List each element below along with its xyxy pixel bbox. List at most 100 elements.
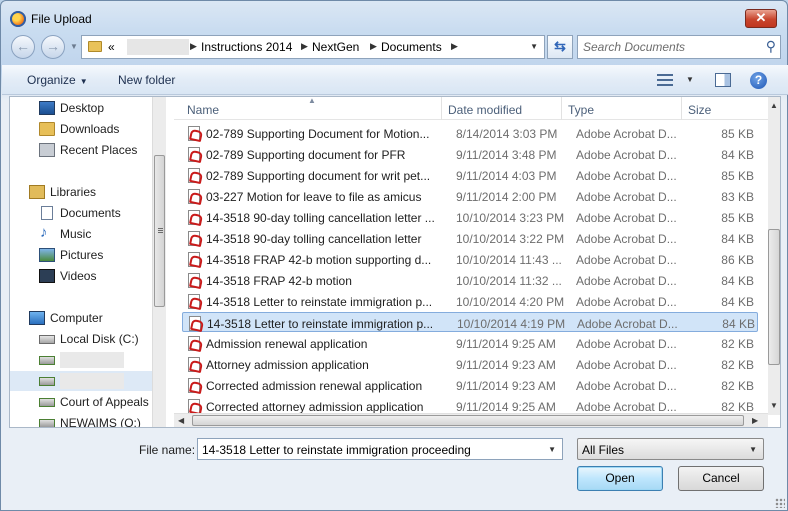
- file-name-combobox[interactable]: ▼: [197, 438, 563, 460]
- breadcrumb[interactable]: « ▶ Instructions 2014 ▶ NextGen ▶ Docume…: [81, 35, 545, 59]
- nav-scroll-thumb[interactable]: [154, 155, 165, 307]
- nav-item-local-disk[interactable]: Local Disk (C:): [10, 329, 152, 349]
- file-list-horizontal-scrollbar[interactable]: ◀ ▶: [174, 413, 768, 427]
- new-folder-button[interactable]: New folder: [118, 73, 175, 87]
- help-icon[interactable]: ?: [750, 72, 767, 89]
- breadcrumb-item[interactable]: Instructions 2014: [201, 40, 292, 54]
- recent-pages-dropdown-icon[interactable]: ▼: [70, 42, 78, 51]
- file-row[interactable]: Admission renewal application 9/11/2014 9…: [182, 333, 758, 353]
- file-name-input[interactable]: [202, 442, 542, 458]
- nav-item-label: Pictures: [60, 248, 104, 262]
- nav-item-pictures[interactable]: Pictures: [10, 245, 152, 265]
- file-name-label: File name:: [139, 443, 196, 457]
- nav-item-videos[interactable]: Videos: [10, 266, 152, 286]
- file-row[interactable]: 14-3518 FRAP 42-b motion supporting d...…: [182, 249, 758, 269]
- nav-item-newaims[interactable]: NEWAIMS (Q:): [10, 413, 152, 427]
- scroll-right-arrow-icon[interactable]: ▶: [752, 416, 758, 425]
- file-date-cell: 10/10/2014 3:23 PM: [456, 211, 565, 225]
- nav-pane-scrollbar[interactable]: [152, 97, 166, 427]
- file-row[interactable]: 14-3518 90-day tolling cancellation lett…: [182, 228, 758, 248]
- file-type-cell: Adobe Acrobat D...: [576, 379, 677, 393]
- file-size-cell: 82 KB: [721, 379, 754, 393]
- file-size-cell: 84 KB: [722, 317, 755, 331]
- file-row[interactable]: 14-3518 FRAP 42-b motion 10/10/2014 11:32…: [182, 270, 758, 290]
- file-row[interactable]: 02-789 Supporting document for writ pet.…: [182, 165, 758, 185]
- chevron-right-icon[interactable]: ▶: [370, 41, 377, 52]
- pdf-file-icon: [188, 147, 200, 162]
- refresh-icon: ⇆: [554, 38, 566, 54]
- file-type-filter-select[interactable]: All Files ▼: [577, 438, 764, 460]
- file-row[interactable]: 02-789 Supporting Document for Motion...…: [182, 123, 758, 143]
- chevron-down-icon[interactable]: ▼: [686, 75, 694, 84]
- column-divider[interactable]: [561, 97, 562, 120]
- resize-grip-icon[interactable]: [775, 498, 785, 508]
- nav-item-label: Local Disk (C:): [60, 332, 139, 346]
- horizontal-scroll-thumb[interactable]: [192, 415, 744, 426]
- back-arrow-icon: ←: [16, 38, 30, 54]
- search-icon[interactable]: ⚲: [766, 38, 776, 55]
- nav-item-computer[interactable]: Computer: [10, 308, 152, 328]
- nav-item-network-drive-redacted[interactable]: [10, 350, 152, 370]
- nav-item-music[interactable]: ♪ Music: [10, 224, 152, 244]
- title-bar[interactable]: File Upload ✕: [1, 1, 787, 33]
- nav-item-label: Desktop: [60, 101, 105, 115]
- file-list-vertical-scrollbar[interactable]: ▲ ▼: [768, 97, 780, 415]
- scroll-left-arrow-icon[interactable]: ◀: [178, 416, 184, 425]
- firefox-icon: [10, 11, 26, 27]
- forward-button[interactable]: →: [41, 35, 65, 59]
- chevron-right-icon[interactable]: ▶: [451, 41, 458, 52]
- nav-item-recent-places[interactable]: Recent Places: [10, 140, 152, 160]
- nav-item-desktop[interactable]: Desktop: [10, 98, 152, 118]
- close-button[interactable]: ✕: [745, 9, 777, 28]
- file-row[interactable]: 14-3518 Letter to reinstate immigration …: [182, 312, 758, 332]
- open-button[interactable]: Open: [577, 466, 663, 491]
- chevron-right-icon[interactable]: ▶: [301, 41, 308, 52]
- chevron-down-icon[interactable]: ▼: [548, 445, 556, 454]
- file-row[interactable]: 14-3518 90-day tolling cancellation lett…: [182, 207, 758, 227]
- nav-item-label: Documents: [60, 206, 121, 220]
- file-name-cell: Admission renewal application: [206, 337, 368, 351]
- column-header-name[interactable]: Name: [187, 103, 219, 117]
- file-row[interactable]: 03-227 Motion for leave to file as amicu…: [182, 186, 758, 206]
- file-row[interactable]: Attorney admission application 9/11/2014 …: [182, 354, 758, 374]
- vertical-scroll-thumb[interactable]: [768, 229, 780, 365]
- nav-item-libraries[interactable]: Libraries: [10, 182, 152, 202]
- content-area: Desktop Downloads Recent Places Librarie…: [9, 96, 781, 428]
- nav-item-documents[interactable]: Documents: [10, 203, 152, 223]
- nav-item-court-of-appeals[interactable]: Court of Appeals: [10, 392, 152, 412]
- nav-item-label: Recent Places: [60, 143, 138, 157]
- nav-item-downloads[interactable]: Downloads: [10, 119, 152, 139]
- scroll-up-arrow-icon[interactable]: ▲: [770, 101, 778, 110]
- pdf-file-icon: [188, 378, 200, 393]
- address-dropdown-icon[interactable]: ▼: [530, 42, 538, 51]
- file-type-cell: Adobe Acrobat D...: [577, 317, 678, 331]
- file-name-cell: Corrected attorney admission application: [206, 400, 424, 414]
- breadcrumb-overflow[interactable]: «: [108, 40, 115, 54]
- column-divider[interactable]: [681, 97, 682, 120]
- file-type-cell: Adobe Acrobat D...: [576, 211, 677, 225]
- file-row[interactable]: 14-3518 Letter to reinstate immigration …: [182, 291, 758, 311]
- column-header-date[interactable]: Date modified: [448, 103, 522, 117]
- file-size-cell: 84 KB: [721, 232, 754, 246]
- nav-item-network-drive-redacted-selected[interactable]: [10, 371, 152, 391]
- column-header-row: ▲ Name Date modified Type Size: [174, 97, 768, 120]
- file-type-filter-value: All Files: [582, 443, 625, 457]
- column-header-size[interactable]: Size: [688, 103, 711, 117]
- file-row[interactable]: 02-789 Supporting document for PFR 9/11/2…: [182, 144, 758, 164]
- search-input[interactable]: [583, 39, 753, 55]
- refresh-button[interactable]: ⇆: [547, 35, 573, 59]
- breadcrumb-item[interactable]: Documents: [381, 40, 442, 54]
- cancel-button[interactable]: Cancel: [678, 466, 764, 491]
- scroll-down-arrow-icon[interactable]: ▼: [770, 401, 778, 410]
- view-options-icon[interactable]: [657, 73, 677, 87]
- organize-button[interactable]: Organize ▼: [27, 73, 88, 87]
- search-box[interactable]: ⚲: [577, 35, 781, 59]
- breadcrumb-item[interactable]: NextGen: [312, 40, 359, 54]
- chevron-down-icon: ▼: [79, 77, 88, 86]
- preview-pane-icon[interactable]: [715, 73, 731, 87]
- column-divider[interactable]: [441, 97, 442, 120]
- back-button[interactable]: ←: [11, 35, 35, 59]
- column-header-type[interactable]: Type: [568, 103, 594, 117]
- file-row[interactable]: Corrected admission renewal application 9…: [182, 375, 758, 395]
- chevron-right-icon[interactable]: ▶: [190, 41, 197, 52]
